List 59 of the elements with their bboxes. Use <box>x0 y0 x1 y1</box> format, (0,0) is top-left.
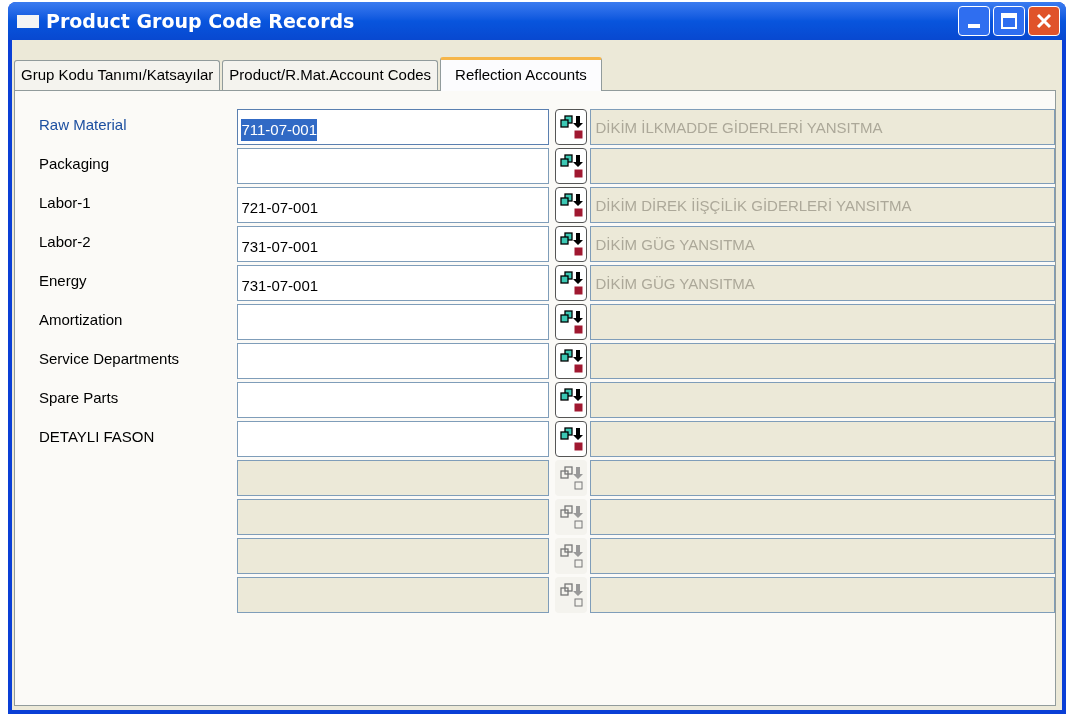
minimize-icon <box>968 24 980 28</box>
field-value: 731-07-001 <box>241 275 319 296</box>
lookup-icon <box>559 153 584 179</box>
account-code-field[interactable] <box>237 421 550 457</box>
close-button[interactable] <box>1028 6 1060 36</box>
lookup-icon <box>559 114 584 140</box>
close-icon <box>1036 13 1052 29</box>
account-code-field[interactable] <box>237 343 550 379</box>
maximize-button[interactable] <box>993 6 1025 36</box>
field-value: DİKİM GÜG YANSITMA <box>595 273 755 294</box>
field-value: 731-07-001 <box>241 236 319 257</box>
field-label: Service Departments <box>39 350 180 367</box>
lookup-button[interactable] <box>555 148 588 184</box>
tab[interactable]: Reflection Accounts <box>440 57 602 91</box>
lookup-icon <box>559 543 584 569</box>
lookup-icon <box>559 192 584 218</box>
lookup-icon <box>559 582 584 608</box>
field-label: DETAYLI FASON <box>39 428 155 445</box>
account-code-field[interactable]: 721-07-001 <box>237 187 550 223</box>
field-value: 721-07-001 <box>241 197 319 218</box>
field-value: DİKİM İLKMADDE GİDERLERİ YANSITMA <box>595 117 883 138</box>
lookup-icon <box>559 231 584 257</box>
lookup-icon <box>559 387 584 413</box>
minimize-button[interactable] <box>958 6 990 36</box>
account-code-field[interactable] <box>237 148 550 184</box>
lookup-icon <box>559 309 584 335</box>
tab[interactable]: Product/R.Mat.Account Codes <box>222 60 439 90</box>
field-value: 711-07-001 <box>241 118 318 142</box>
account-code-field[interactable]: 731-07-001 <box>237 226 550 262</box>
field-label: Packaging <box>39 155 110 172</box>
field-label: Labor-1 <box>39 194 91 211</box>
lookup-icon <box>559 270 584 296</box>
lookup-button[interactable] <box>555 421 588 457</box>
lookup-button[interactable] <box>555 187 588 223</box>
window-title: Product Group Code Records <box>46 8 355 34</box>
lookup-button[interactable] <box>555 226 588 262</box>
field-label: Spare Parts <box>39 389 119 406</box>
lookup-button[interactable] <box>555 343 588 379</box>
field-label: Energy <box>39 272 87 289</box>
field-label: Raw Material <box>39 116 127 133</box>
window-icon <box>16 13 40 29</box>
lookup-icon <box>559 465 584 491</box>
lookup-button[interactable] <box>555 304 588 340</box>
lookup-icon <box>559 426 584 452</box>
lookup-icon <box>559 504 584 530</box>
lookup-button[interactable] <box>555 265 588 301</box>
lookup-button[interactable] <box>555 109 588 145</box>
field-value: DİKİM GÜG YANSITMA <box>595 234 755 255</box>
field-label: Labor-2 <box>39 233 91 250</box>
account-code-field[interactable]: 731-07-001 <box>237 265 550 301</box>
lookup-button[interactable] <box>555 382 588 418</box>
maximize-icon <box>1001 13 1017 29</box>
account-code-field[interactable]: 711-07-001 <box>237 109 550 145</box>
field-label: Amortization <box>39 311 123 328</box>
field-value: DİKİM DİREK İİŞÇİLİK GİDERLERİ YANSITMA <box>595 195 912 216</box>
account-code-field[interactable] <box>237 382 550 418</box>
account-code-field[interactable] <box>237 304 550 340</box>
tab[interactable]: Grup Kodu Tanımı/Katsayılar <box>14 60 221 90</box>
lookup-icon <box>559 348 584 374</box>
